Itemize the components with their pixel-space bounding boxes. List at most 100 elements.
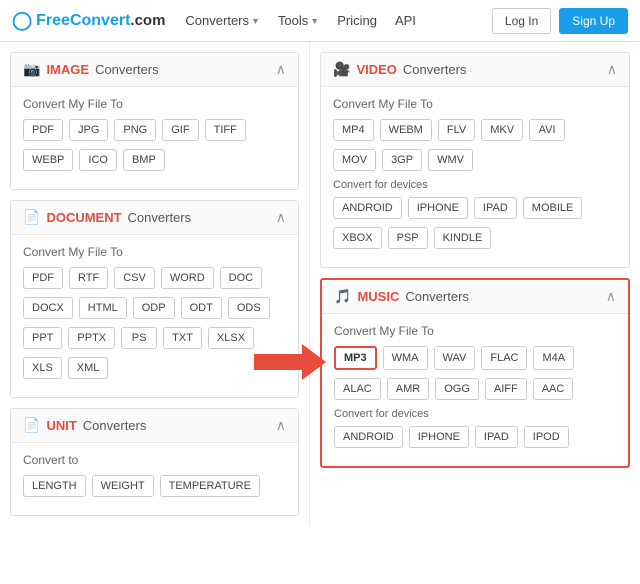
format-csv[interactable]: CSV [114, 267, 155, 289]
format-ods[interactable]: ODS [228, 297, 270, 319]
format-odt[interactable]: ODT [181, 297, 222, 319]
document-panel-title: 📄 DOCUMENT Converters [23, 209, 191, 226]
format-tiff[interactable]: TIFF [205, 119, 246, 141]
format-pdf[interactable]: PDF [23, 119, 63, 141]
format-aac[interactable]: AAC [533, 378, 574, 400]
format-docx[interactable]: DOCX [23, 297, 73, 319]
format-mov[interactable]: MOV [333, 149, 376, 171]
format-avi[interactable]: AVI [529, 119, 565, 141]
music-panel: 🎵 MUSIC Converters ∧ Convert My File To [320, 278, 630, 468]
format-length[interactable]: LENGTH [23, 475, 86, 497]
music-formats-row1-wrapper: MP3 WMA WAV FLAC M4A [334, 346, 616, 378]
document-icon: 📄 [23, 209, 40, 226]
signup-button[interactable]: Sign Up [559, 8, 628, 34]
collapse-icon[interactable]: ∧ [606, 288, 616, 305]
collapse-icon[interactable]: ∧ [276, 209, 286, 226]
arrow-svg [254, 344, 326, 380]
format-mkv[interactable]: MKV [481, 119, 523, 141]
format-jpg[interactable]: JPG [69, 119, 108, 141]
unit-panel-body: Convert to LENGTH WEIGHT TEMPERATURE [11, 443, 298, 515]
caret-icon: ▼ [310, 16, 319, 26]
video-devices-row2: XBOX PSP KINDLE [333, 227, 617, 249]
format-flv[interactable]: FLV [438, 119, 475, 141]
format-mp4[interactable]: MP4 [333, 119, 374, 141]
format-xlsx[interactable]: XLSX [208, 327, 254, 349]
logo-text: FreeConvert.com [36, 12, 165, 30]
nav-tools[interactable]: Tools ▼ [270, 9, 327, 32]
format-m4a[interactable]: M4A [533, 346, 574, 370]
format-alac[interactable]: ALAC [334, 378, 381, 400]
format-wav[interactable]: WAV [434, 346, 476, 370]
format-3gp[interactable]: 3GP [382, 149, 422, 171]
format-rtf[interactable]: RTF [69, 267, 108, 289]
format-pptx[interactable]: PPTX [68, 327, 115, 349]
collapse-icon[interactable]: ∧ [607, 61, 617, 78]
format-xls[interactable]: XLS [23, 357, 62, 379]
nav-pricing[interactable]: Pricing [329, 9, 385, 32]
document-formats-row2: DOCX HTML ODP ODT ODS [23, 297, 286, 319]
video-formats-row2: MOV 3GP WMV [333, 149, 617, 171]
format-mobile[interactable]: MOBILE [523, 197, 583, 219]
video-icon: 🎥 [333, 61, 350, 78]
format-png[interactable]: PNG [114, 119, 156, 141]
format-ico[interactable]: ICO [79, 149, 117, 171]
format-word[interactable]: WORD [161, 267, 214, 289]
nav-api[interactable]: API [387, 9, 424, 32]
format-odp[interactable]: ODP [133, 297, 175, 319]
format-weight[interactable]: WEIGHT [92, 475, 154, 497]
format-temperature[interactable]: TEMPERATURE [160, 475, 260, 497]
format-android[interactable]: ANDROID [333, 197, 402, 219]
unit-convert-label: Convert to [23, 453, 286, 467]
format-xbox[interactable]: XBOX [333, 227, 382, 249]
document-formats-row3: PPT PPTX PS TXT XLSX [23, 327, 286, 349]
collapse-icon[interactable]: ∧ [276, 61, 286, 78]
collapse-icon[interactable]: ∧ [276, 417, 286, 434]
image-icon: 📷 [23, 61, 40, 78]
format-pdf[interactable]: PDF [23, 267, 63, 289]
music-devices-row1: ANDROID IPHONE IPAD IPOD [334, 426, 616, 448]
document-convert-label: Convert My File To [23, 245, 286, 259]
video-panel-header: 🎥 VIDEO Converters ∧ [321, 53, 629, 87]
image-formats-row2: WEBP ICO BMP [23, 149, 286, 171]
login-button[interactable]: Log In [492, 8, 551, 34]
document-formats-row1: PDF RTF CSV WORD DOC [23, 267, 286, 289]
format-ipod[interactable]: IPOD [524, 426, 569, 448]
caret-icon: ▼ [251, 16, 260, 26]
format-txt[interactable]: TXT [163, 327, 202, 349]
format-kindle[interactable]: KINDLE [434, 227, 492, 249]
format-ipad[interactable]: IPAD [474, 197, 517, 219]
music-formats-row1: MP3 WMA WAV FLAC M4A [334, 346, 574, 370]
format-flac[interactable]: FLAC [481, 346, 527, 370]
format-ogg[interactable]: OGG [435, 378, 479, 400]
music-formats-row2: ALAC AMR OGG AIFF AAC [334, 378, 616, 400]
format-amr[interactable]: AMR [387, 378, 429, 400]
format-android[interactable]: ANDROID [334, 426, 403, 448]
format-webp[interactable]: WEBP [23, 149, 73, 171]
format-html[interactable]: HTML [79, 297, 127, 319]
nav-converters[interactable]: Converters ▼ [177, 9, 268, 32]
format-iphone[interactable]: IPHONE [408, 197, 468, 219]
format-wma[interactable]: WMA [383, 346, 428, 370]
unit-panel-header: 📄 UNIT Converters ∧ [11, 409, 298, 443]
format-webm[interactable]: WEBM [380, 119, 432, 141]
format-psp[interactable]: PSP [388, 227, 428, 249]
nav-links: Converters ▼ Tools ▼ Pricing API [177, 9, 480, 32]
logo[interactable]: ◯ FreeConvert.com [12, 10, 165, 31]
image-convert-label: Convert My File To [23, 97, 286, 111]
format-wmv[interactable]: WMV [428, 149, 473, 171]
format-doc[interactable]: DOC [220, 267, 262, 289]
format-ps[interactable]: PS [121, 327, 157, 349]
format-bmp[interactable]: BMP [123, 149, 165, 171]
format-iphone[interactable]: IPHONE [409, 426, 469, 448]
music-panel-header: 🎵 MUSIC Converters ∧ [322, 280, 628, 314]
format-xml[interactable]: XML [68, 357, 109, 379]
format-mp3[interactable]: MP3 [334, 346, 377, 370]
music-convert-label: Convert My File To [334, 324, 616, 338]
format-aiff[interactable]: AIFF [485, 378, 527, 400]
format-gif[interactable]: GIF [162, 119, 198, 141]
image-panel-title: 📷 IMAGE Converters [23, 61, 159, 78]
video-panel-title: 🎥 VIDEO Converters [333, 61, 466, 78]
format-ipad[interactable]: IPAD [475, 426, 518, 448]
format-ppt[interactable]: PPT [23, 327, 62, 349]
music-icon: 🎵 [334, 288, 351, 305]
